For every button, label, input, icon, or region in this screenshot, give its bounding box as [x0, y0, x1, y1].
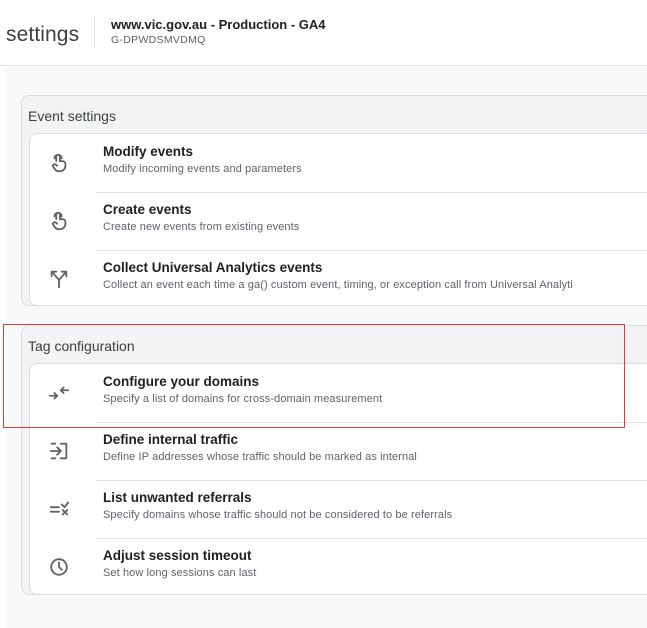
header-divider	[94, 16, 95, 49]
item-description: Set how long sessions can last	[103, 567, 257, 579]
adjust-session-timeout-item[interactable]: Adjust session timeout Set how long sess…	[30, 538, 647, 594]
page-title: settings	[6, 23, 80, 46]
section-title: Event settings	[28, 108, 116, 124]
define-internal-traffic-item[interactable]: Define internal traffic Define IP addres…	[30, 422, 647, 480]
item-description: Modify incoming events and parameters	[103, 163, 302, 175]
item-description: Create new events from existing events	[103, 221, 300, 233]
header: settings www.vic.gov.au - Production - G…	[0, 0, 647, 66]
item-description: Define IP addresses whose traffic should…	[103, 451, 417, 463]
item-description: Specify a list of domains for cross-doma…	[103, 393, 383, 405]
item-title: Adjust session timeout	[103, 548, 252, 563]
clock-icon	[46, 555, 72, 579]
login-arrow-icon	[46, 439, 72, 463]
converge-arrows-icon	[46, 381, 72, 405]
event-settings-section: Event settings Modify events Modify inco…	[21, 95, 647, 306]
collect-ua-events-item[interactable]: Collect Universal Analytics events Colle…	[30, 250, 647, 305]
item-title: Collect Universal Analytics events	[103, 260, 323, 275]
section-title: Tag configuration	[28, 338, 135, 354]
item-title: Create events	[103, 202, 192, 217]
tag-configuration-section: Tag configuration Configure your domains…	[21, 325, 647, 595]
list-unwanted-referrals-item[interactable]: List unwanted referrals Specify domains …	[30, 480, 647, 538]
item-title: Configure your domains	[103, 374, 260, 389]
property-id: G-DPWDSMVDMQ	[111, 34, 206, 46]
touch-icon	[46, 209, 72, 233]
event-settings-card: Modify events Modify incoming events and…	[29, 133, 647, 306]
item-title: Define internal traffic	[103, 432, 239, 447]
item-title: Modify events	[103, 144, 194, 159]
configure-domains-item[interactable]: Configure your domains Specify a list of…	[30, 364, 647, 422]
tag-configuration-card: Configure your domains Specify a list of…	[29, 363, 647, 595]
property-name[interactable]: www.vic.gov.au - Production - GA4	[111, 17, 326, 32]
item-description: Specify domains whose traffic should not…	[103, 509, 453, 521]
modify-events-item[interactable]: Modify events Modify incoming events and…	[30, 134, 647, 192]
item-title: List unwanted referrals	[103, 490, 252, 505]
touch-icon	[46, 151, 72, 175]
item-description: Collect an event each time a ga() custom…	[103, 279, 573, 291]
create-events-item[interactable]: Create events Create new events from exi…	[30, 192, 647, 250]
merge-arrows-icon	[46, 267, 72, 291]
exclude-list-icon	[46, 497, 72, 521]
